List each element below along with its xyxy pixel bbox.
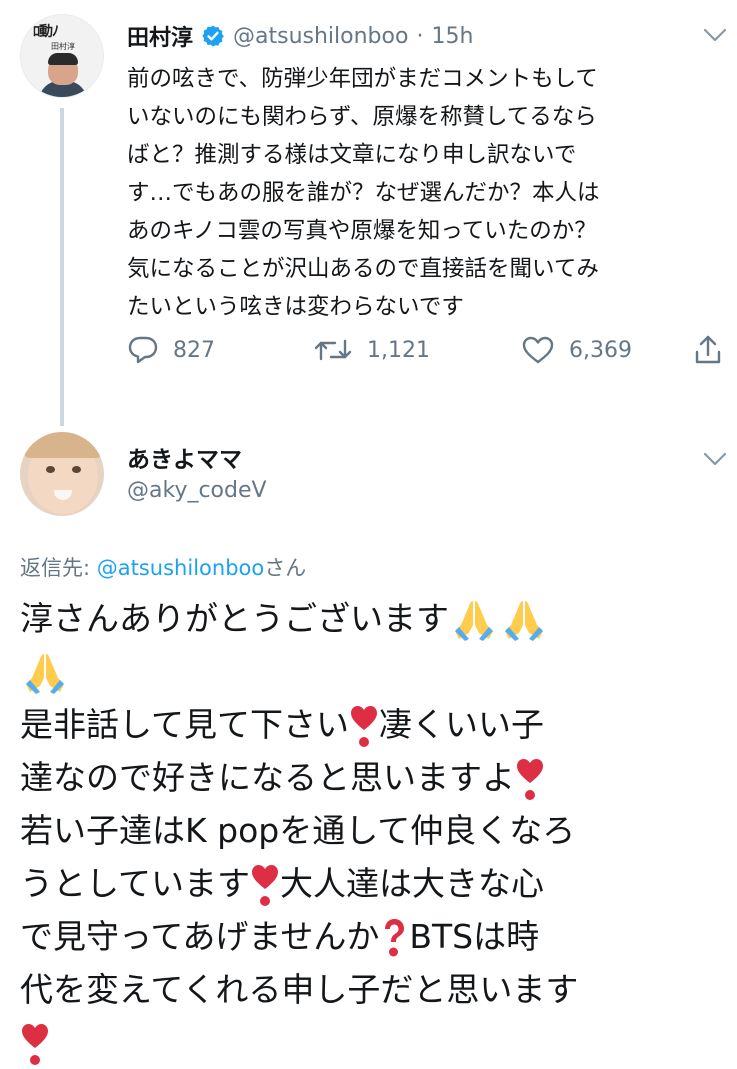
author-handle[interactable]: @aky_codeV: [127, 478, 267, 503]
avatar-akiyomama[interactable]: [20, 432, 104, 516]
heart-exclamation-emoji: [252, 864, 279, 906]
retweet-count: 1,121: [367, 337, 430, 363]
reply-text: 淳さんありがとうございます 是非話して見て下さい 凄くいい子 達なので好きになる…: [20, 592, 725, 1069]
tweet-text-line: 気になることが沢山あるので直接話を聞いてみ: [127, 256, 599, 282]
avatar-hair-shape: [48, 53, 78, 65]
reply-count: 827: [173, 337, 215, 363]
reply-text-span: 凄くいい子: [379, 705, 545, 744]
avatar-eye-shape: [72, 466, 81, 473]
tweet-text-line: 前の呟きで、防弾少年団がまだコメントもして: [127, 66, 598, 92]
reply-line: 若い子達はK popを通して仲良くなろ: [20, 804, 725, 857]
reply-line: 淳さんありがとうございます: [20, 592, 725, 645]
reply-prefix: 返信先:: [20, 556, 97, 580]
reply-text-span: 若い子達はK popを通して仲良くなろ: [20, 811, 576, 850]
tweet-timestamp[interactable]: 15h: [431, 24, 473, 49]
reply-line: [20, 1016, 725, 1069]
share-icon: [695, 335, 721, 364]
reply-text-span: 是非話して見て下さい: [20, 705, 350, 744]
tweet-text-line: いないのにも関わらず、原爆を称賛してるなら: [127, 104, 597, 130]
reply-text-span: BTSは時: [409, 917, 540, 956]
like-button[interactable]: 6,369: [521, 330, 632, 370]
reply-line: 是非話して見て下さい 凄くいい子: [20, 698, 725, 751]
avatar-eye-shape: [46, 466, 55, 473]
reply-icon: [128, 336, 158, 364]
chevron-down-icon[interactable]: [702, 26, 728, 44]
folded-hands-emoji: [455, 600, 493, 641]
replying-to-label: 返信先: @atsushilonbooさん: [20, 552, 306, 582]
avatar-small-text: 田村淳: [51, 42, 75, 51]
reply-line: 代を変えてくれる申し子だと思います: [20, 963, 725, 1016]
reply-text-span: で見守ってあげませんか: [20, 917, 380, 956]
tweet-header: 田村淳 @atsushilonboo · 15h: [127, 18, 473, 54]
retweet-button[interactable]: 1,121: [313, 330, 430, 370]
author-name[interactable]: 田村淳: [127, 20, 193, 52]
avatar-hair-shape: [24, 432, 102, 458]
reply-line: うとしています 大人達は大きな心: [20, 857, 725, 910]
avatar-brand-text: ﾛ動ﾉ: [33, 24, 59, 40]
heart-exclamation-emoji: [22, 1023, 48, 1065]
tweet-text-line: ばと？推測する様は文章になり申し訳ないで: [127, 142, 577, 168]
tweet-text-line: す…でもあの服を誰が？なぜ選んだか？本人は: [127, 180, 600, 206]
reply-text-span: 達なので好きになると思いますよ: [20, 758, 515, 797]
verified-badge-icon: [202, 25, 224, 47]
reply-suffix: さん: [264, 556, 307, 580]
red-question-emoji: [385, 918, 405, 956]
reply-line: で見守ってあげませんか BTSは時: [20, 910, 725, 963]
reply-text-span: 淳さんありがとうございます: [20, 599, 449, 638]
reply-line: [20, 645, 725, 698]
reply-text-span: 代を変えてくれる申し子だと思います: [20, 970, 579, 1009]
like-count: 6,369: [569, 337, 632, 363]
reply-text-span: 大人達は大きな心: [280, 864, 545, 903]
heart-exclamation-emoji: [351, 705, 378, 747]
avatar-tamura[interactable]: ﾛ動ﾉ 田村淳: [20, 14, 104, 98]
thread-connector-line: [60, 108, 64, 426]
reply-text-span: うとしています: [20, 864, 251, 903]
folded-hands-emoji: [26, 653, 64, 694]
like-icon: [522, 336, 554, 364]
author-handle[interactable]: @atsushilonboo: [233, 24, 408, 49]
reply-button[interactable]: 827: [127, 330, 215, 370]
tweet-text-line: あのキノコ雲の写真や原爆を知っていたのか？: [127, 218, 597, 244]
chevron-down-icon[interactable]: [702, 450, 728, 468]
tweet-actions-bar: 827 1,121 6,369: [127, 330, 727, 370]
share-button[interactable]: [693, 330, 737, 370]
folded-hands-emoji: [505, 600, 543, 641]
tweet-text-line: たいという呟きは変わらないです: [127, 294, 464, 320]
reply-line: 達なので好きになると思いますよ: [20, 751, 725, 804]
author-name[interactable]: あきよママ: [127, 440, 242, 474]
reply-mention-link[interactable]: @atsushilonboo: [97, 556, 264, 580]
retweet-icon: [314, 339, 352, 361]
separator-dot: ·: [416, 23, 424, 49]
tweet-text: 前の呟きで、防弾少年団がまだコメントもして いないのにも関わらず、原爆を称賛して…: [127, 60, 719, 326]
heart-exclamation-emoji: [517, 758, 543, 800]
